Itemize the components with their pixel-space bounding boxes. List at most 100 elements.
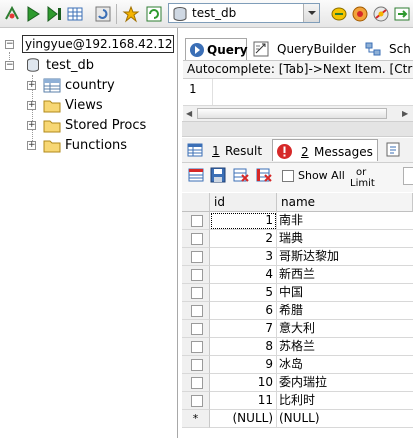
- tab-result[interactable]: 1 Result: [184, 139, 266, 161]
- export-icon[interactable]: [393, 5, 411, 23]
- row-checkbox[interactable]: [191, 269, 203, 281]
- column-header-id[interactable]: id: [210, 193, 277, 212]
- expand-toggle[interactable]: +: [27, 101, 36, 110]
- connect-icon[interactable]: [3, 5, 21, 23]
- table-row[interactable]: 1 南非: [182, 212, 413, 230]
- row-checkbox[interactable]: [191, 215, 203, 227]
- delete-row-icon[interactable]: [233, 167, 249, 183]
- cell-name[interactable]: 意大利: [277, 320, 413, 338]
- row-selector[interactable]: [182, 302, 210, 320]
- database-node[interactable]: − test_db: [5, 57, 178, 75]
- row-checkbox[interactable]: [191, 233, 203, 245]
- row-selector[interactable]: [182, 338, 210, 356]
- tab-query[interactable]: Query: [185, 38, 248, 60]
- cell-id[interactable]: 9: [210, 356, 277, 374]
- cell-id[interactable]: (NULL): [210, 410, 277, 428]
- table-row[interactable]: 3 哥斯达黎加: [182, 248, 413, 266]
- column-header-name[interactable]: name: [277, 193, 413, 212]
- cell-name[interactable]: 中国: [277, 284, 413, 302]
- row-selector[interactable]: [182, 320, 210, 338]
- backup-icon[interactable]: [145, 5, 163, 23]
- table-row[interactable]: 2 瑞典: [182, 230, 413, 248]
- row-checkbox[interactable]: [191, 323, 203, 335]
- save-icon[interactable]: [210, 167, 226, 183]
- cell-name[interactable]: 新西兰: [277, 266, 413, 284]
- grid-icon[interactable]: [66, 5, 84, 23]
- insert-row-icon[interactable]: [188, 167, 204, 183]
- row-selector[interactable]: [182, 374, 210, 392]
- row-checkbox[interactable]: [191, 287, 203, 299]
- row-selector[interactable]: [182, 284, 210, 302]
- row-selector[interactable]: [182, 248, 210, 266]
- scroll-left-icon[interactable]: ◀: [186, 109, 192, 118]
- expand-toggle[interactable]: +: [27, 121, 36, 130]
- limit-input[interactable]: [403, 167, 413, 185]
- tab-messages[interactable]: 2 Messages: [272, 139, 378, 161]
- select-all-header[interactable]: [182, 193, 210, 212]
- cell-name[interactable]: 南非: [277, 212, 413, 230]
- expand-toggle[interactable]: +: [27, 141, 36, 150]
- profile-icon[interactable]: [330, 5, 348, 23]
- refresh-icon[interactable]: [94, 5, 112, 23]
- row-checkbox[interactable]: [191, 395, 203, 407]
- row-selector[interactable]: [182, 230, 210, 248]
- scroll-right-icon[interactable]: ▶: [402, 109, 408, 118]
- row-checkbox[interactable]: [191, 359, 203, 371]
- tree-item-country[interactable]: + country: [27, 77, 177, 95]
- cell-name[interactable]: 苏格兰: [277, 338, 413, 356]
- cell-name[interactable]: 希腊: [277, 302, 413, 320]
- cell-name[interactable]: 比利时: [277, 392, 413, 410]
- tab-schema-designer[interactable]: Sch: [362, 38, 413, 60]
- cell-name[interactable]: (NULL): [277, 410, 413, 428]
- cell-id[interactable]: 1: [210, 212, 277, 230]
- user-icon[interactable]: [351, 5, 369, 23]
- cell-id[interactable]: 7: [210, 320, 277, 338]
- row-selector[interactable]: [182, 266, 210, 284]
- history-icon[interactable]: [385, 141, 401, 161]
- cell-name[interactable]: 哥斯达黎加: [277, 248, 413, 266]
- cell-name[interactable]: 冰岛: [277, 356, 413, 374]
- tree-item-functions[interactable]: + Functions: [27, 137, 177, 155]
- cell-name[interactable]: 委内瑞拉: [277, 374, 413, 392]
- cell-id[interactable]: 10: [210, 374, 277, 392]
- table-row[interactable]: 11 比利时: [182, 392, 413, 410]
- show-all-checkbox[interactable]: [282, 170, 294, 182]
- connection-node[interactable]: yingyue@192.168.42.129: [22, 35, 174, 53]
- table-row[interactable]: 4 新西兰: [182, 266, 413, 284]
- horizontal-scrollbar[interactable]: ◀ ▶: [183, 105, 413, 121]
- cell-id[interactable]: 6: [210, 302, 277, 320]
- new-row[interactable]: * (NULL) (NULL): [182, 410, 413, 428]
- row-checkbox[interactable]: [191, 251, 203, 263]
- row-checkbox[interactable]: [191, 305, 203, 317]
- tab-query-builder[interactable]: QueryBuilder: [250, 38, 360, 60]
- schema-icon[interactable]: [122, 5, 140, 23]
- database-selector[interactable]: test_db: [168, 3, 320, 23]
- row-selector[interactable]: [182, 392, 210, 410]
- cell-id[interactable]: 8: [210, 338, 277, 356]
- table-row[interactable]: 5 中国: [182, 284, 413, 302]
- table-row[interactable]: 9 冰岛: [182, 356, 413, 374]
- table-row[interactable]: 8 苏格兰: [182, 338, 413, 356]
- table-row[interactable]: 6 希腊: [182, 302, 413, 320]
- scroll-thumb[interactable]: [197, 108, 387, 119]
- chevron-down-icon[interactable]: [303, 4, 319, 22]
- expand-toggle[interactable]: +: [27, 81, 36, 90]
- row-selector[interactable]: [182, 356, 210, 374]
- table-row[interactable]: 10 委内瑞拉: [182, 374, 413, 392]
- cell-id[interactable]: 3: [210, 248, 277, 266]
- tree-item-views[interactable]: + Views: [27, 97, 177, 115]
- row-checkbox[interactable]: [191, 377, 203, 389]
- tree-item-stored-procs[interactable]: + Stored Procs: [27, 117, 177, 135]
- cell-id[interactable]: 11: [210, 392, 277, 410]
- query-editor[interactable]: 1 ◀ ▶: [183, 78, 413, 121]
- table-row[interactable]: 7 意大利: [182, 320, 413, 338]
- collapse-toggle[interactable]: −: [5, 40, 14, 49]
- run-icon[interactable]: [24, 5, 42, 23]
- cell-name[interactable]: 瑞典: [277, 230, 413, 248]
- cell-id[interactable]: 4: [210, 266, 277, 284]
- cell-id[interactable]: 5: [210, 284, 277, 302]
- import-icon[interactable]: [372, 5, 390, 23]
- delete-all-icon[interactable]: [256, 167, 272, 183]
- pane-splitter[interactable]: [182, 121, 413, 137]
- collapse-toggle[interactable]: −: [5, 61, 14, 70]
